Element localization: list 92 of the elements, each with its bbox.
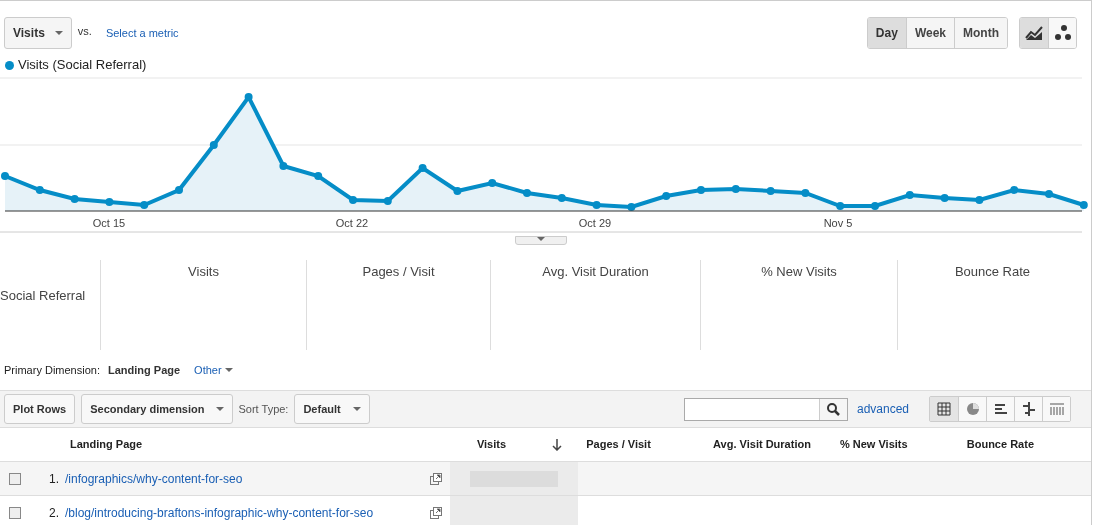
data-point[interactable] — [140, 201, 149, 209]
metric-heading: % New Visits — [761, 263, 837, 278]
metric-dropdown[interactable]: Visits — [4, 17, 72, 49]
column-header[interactable]: Visits — [476, 436, 507, 453]
data-point[interactable] — [105, 198, 114, 206]
primary-dimension-label: Primary Dimension: — [4, 362, 100, 378]
metric-heading: Avg. Visit Duration — [542, 263, 649, 278]
collapse-handle[interactable] — [514, 236, 567, 245]
data-point[interactable] — [662, 192, 671, 200]
metric-heading: Pages / Visit — [362, 263, 435, 278]
column-header[interactable]: % New Visits — [839, 438, 908, 451]
column-header[interactable]: Landing Page — [70, 438, 143, 451]
caret-icon — [352, 407, 361, 411]
advanced-link[interactable]: advanced — [856, 400, 909, 418]
caret-icon — [536, 237, 545, 241]
metric-heading: Bounce Rate — [954, 263, 1031, 278]
comparison-icon — [1020, 401, 1037, 417]
motion-chart-button[interactable] — [1048, 18, 1076, 48]
row-number: 2. — [49, 504, 59, 522]
data-point[interactable] — [175, 186, 183, 194]
data-point[interactable] — [488, 179, 497, 187]
data-point[interactable] — [70, 195, 79, 203]
column-header[interactable]: Bounce Rate — [966, 438, 1034, 451]
segment-label: Social Referral — [0, 287, 86, 306]
period-tab[interactable]: Month — [954, 18, 1007, 48]
data-point[interactable] — [1010, 186, 1019, 194]
bar-chart-icon — [992, 401, 1009, 417]
row-number: 1. — [49, 470, 59, 488]
vs-label: vs. — [77, 23, 92, 39]
other-dropdown[interactable]: Other — [194, 361, 233, 379]
data-point[interactable] — [940, 194, 949, 202]
data-point[interactable] — [697, 186, 705, 194]
line-chart-icon — [1024, 24, 1044, 42]
column-header[interactable]: Pages / Visit — [586, 438, 651, 451]
data-point[interactable] — [801, 189, 810, 197]
open-external-icon[interactable] — [430, 506, 442, 519]
axis-label: Oct 15 — [92, 216, 126, 231]
data-point[interactable] — [975, 196, 984, 204]
axis-label: Oct 29 — [578, 216, 612, 231]
landing-page-link[interactable]: /blog/introducing-braftons-infographic-why-content-for-seo — [65, 503, 374, 522]
data-point[interactable] — [1079, 201, 1088, 209]
data-point[interactable] — [209, 141, 218, 149]
data-point[interactable] — [244, 93, 253, 101]
caret-icon — [54, 31, 63, 35]
data-point[interactable] — [627, 203, 636, 211]
caret-icon — [224, 368, 233, 372]
data-point[interactable] — [592, 201, 601, 209]
pie-chart-icon — [964, 401, 981, 417]
data-point[interactable] — [418, 164, 427, 172]
secondary-dimension-dropdown[interactable]: Secondary dimension — [81, 394, 234, 424]
data-point[interactable] — [279, 162, 288, 170]
caret-icon — [216, 407, 225, 411]
metric-heading: Visits — [188, 263, 219, 278]
legend-label: Visits (Social Referral) — [18, 56, 147, 75]
data-point[interactable] — [523, 189, 531, 197]
dots-icon — [1052, 24, 1073, 42]
row-checkbox[interactable] — [9, 506, 21, 519]
data-point[interactable] — [383, 197, 392, 205]
view-button[interactable] — [1014, 397, 1042, 421]
sort-arrow-icon — [552, 438, 563, 451]
view-button[interactable] — [930, 397, 958, 421]
pivot-icon — [1048, 401, 1065, 417]
data-point[interactable] — [349, 196, 357, 204]
data-point[interactable] — [766, 187, 775, 195]
sort-type-dropdown[interactable]: Default — [294, 394, 370, 424]
data-point[interactable] — [905, 191, 914, 199]
landing-page-link[interactable]: /infographics/why-content-for-seo — [65, 469, 243, 488]
select-metric-link[interactable]: Select a metric — [105, 24, 179, 42]
data-point[interactable] — [836, 202, 845, 210]
data-point[interactable] — [1045, 190, 1053, 198]
row-checkbox[interactable] — [9, 472, 21, 485]
data-point[interactable] — [1, 172, 9, 180]
axis-label: Nov 5 — [823, 216, 853, 231]
view-button[interactable] — [986, 397, 1014, 421]
search-field[interactable] — [683, 397, 848, 421]
search-icon — [826, 402, 840, 416]
data-point[interactable] — [35, 186, 44, 194]
axis-label: Oct 22 — [335, 216, 369, 231]
data-point[interactable] — [453, 187, 462, 195]
period-tab[interactable]: Day — [867, 18, 906, 48]
period-tab[interactable]: Week — [905, 18, 954, 48]
open-external-icon[interactable] — [430, 472, 442, 485]
data-point[interactable] — [871, 202, 879, 210]
column-header[interactable]: Avg. Visit Duration — [713, 438, 811, 451]
data-point[interactable] — [731, 185, 740, 193]
plot-rows-button[interactable]: Plot Rows — [4, 394, 76, 424]
data-point[interactable] — [314, 172, 323, 180]
data-point[interactable] — [557, 194, 566, 202]
line-chart-button[interactable] — [1020, 18, 1048, 48]
grid-icon — [936, 401, 952, 417]
sort-type-label: Sort Type: — [238, 401, 289, 417]
dimension-tab[interactable]: Landing Page — [107, 361, 181, 379]
